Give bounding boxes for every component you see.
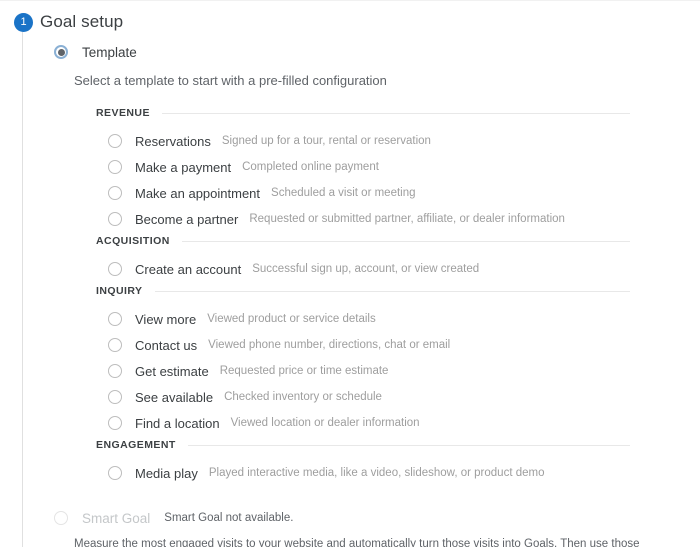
group-title: INQUIRY bbox=[96, 285, 143, 297]
group-title: ACQUISITION bbox=[96, 235, 170, 247]
group-divider bbox=[161, 112, 630, 114]
template-item-description: Checked inventory or schedule bbox=[224, 391, 382, 403]
group-header: ACQUISITION bbox=[96, 232, 700, 250]
group-title: ENGAGEMENT bbox=[96, 439, 176, 451]
smart-goal-availability-note: Smart Goal not available. bbox=[164, 512, 294, 524]
template-item-name: Become a partner bbox=[135, 211, 239, 227]
template-item-contact-us[interactable]: Contact us Viewed phone number, directio… bbox=[96, 332, 700, 358]
template-item-name: See available bbox=[135, 389, 214, 405]
template-item-description: Played interactive media, like a video, … bbox=[208, 467, 545, 479]
template-item-reservations[interactable]: Reservations Signed up for a tour, renta… bbox=[96, 128, 700, 154]
template-item-description: Requested or submitted partner, affiliat… bbox=[249, 213, 565, 225]
template-item-description: Viewed phone number, directions, chat or… bbox=[208, 339, 451, 351]
radio-unchecked-icon[interactable] bbox=[108, 416, 122, 430]
smart-goal-label: Smart Goal bbox=[82, 510, 151, 526]
template-item-description: Successful sign up, account, or view cre… bbox=[252, 263, 480, 275]
smart-goal-option-row: Smart Goal Smart Goal not available. bbox=[0, 508, 700, 528]
template-item-make-a-payment[interactable]: Make a payment Completed online payment bbox=[96, 154, 700, 180]
template-item-become-a-partner[interactable]: Become a partner Requested or submitted … bbox=[96, 206, 700, 232]
template-group-acquisition: ACQUISITION Create an account Successful… bbox=[96, 232, 700, 282]
radio-template-icon[interactable] bbox=[54, 45, 68, 59]
goal-setup-content: Template Select a template to start with… bbox=[0, 41, 700, 547]
template-item-name: Make an appointment bbox=[135, 185, 261, 201]
template-item-description: Viewed product or service details bbox=[207, 313, 376, 325]
template-item-name: Media play bbox=[135, 465, 198, 481]
group-title: REVENUE bbox=[96, 107, 150, 119]
template-item-view-more[interactable]: View more Viewed product or service deta… bbox=[96, 306, 700, 332]
radio-unchecked-icon[interactable] bbox=[108, 338, 122, 352]
smart-goal-description: Measure the most engaged visits to your … bbox=[74, 538, 640, 547]
group-divider bbox=[187, 444, 630, 446]
group-header: INQUIRY bbox=[96, 282, 700, 300]
template-item-get-estimate[interactable]: Get estimate Requested price or time est… bbox=[96, 358, 700, 384]
template-item-name: Reservations bbox=[135, 133, 211, 149]
template-group-revenue: REVENUE Reservations Signed up for a tou… bbox=[96, 104, 700, 232]
radio-unchecked-icon[interactable] bbox=[108, 466, 122, 480]
template-group-inquiry: INQUIRY View more Viewed product or serv… bbox=[96, 282, 700, 436]
template-item-make-an-appointment[interactable]: Make an appointment Scheduled a visit or… bbox=[96, 180, 700, 206]
radio-unchecked-icon[interactable] bbox=[108, 212, 122, 226]
radio-unchecked-icon[interactable] bbox=[108, 160, 122, 174]
radio-unchecked-icon[interactable] bbox=[108, 312, 122, 326]
radio-unchecked-icon[interactable] bbox=[108, 186, 122, 200]
group-header: ENGAGEMENT bbox=[96, 436, 700, 454]
template-option-row[interactable]: Template bbox=[0, 41, 700, 63]
group-divider bbox=[154, 290, 630, 292]
template-groups: REVENUE Reservations Signed up for a tou… bbox=[0, 104, 700, 486]
smart-goal-section: Smart Goal Smart Goal not available. Mea… bbox=[0, 508, 700, 547]
radio-unchecked-icon[interactable] bbox=[108, 134, 122, 148]
template-item-name: Create an account bbox=[135, 261, 242, 277]
radio-unchecked-icon[interactable] bbox=[108, 390, 122, 404]
template-item-name: Make a payment bbox=[135, 159, 232, 175]
template-item-description: Signed up for a tour, rental or reservat… bbox=[221, 135, 431, 147]
goal-setup-page: 1 Goal setup Template Select a template … bbox=[0, 0, 700, 547]
page-title: Goal setup bbox=[40, 12, 124, 31]
template-group-engagement: ENGAGEMENT Media play Played interactive… bbox=[96, 436, 700, 486]
group-header: REVENUE bbox=[96, 104, 700, 122]
radio-unchecked-icon[interactable] bbox=[108, 364, 122, 378]
group-divider bbox=[181, 240, 630, 242]
template-item-name: View more bbox=[135, 311, 197, 327]
template-item-name: Get estimate bbox=[135, 363, 209, 379]
template-item-description: Scheduled a visit or meeting bbox=[271, 187, 416, 199]
template-option-description: Select a template to start with a pre-fi… bbox=[74, 73, 387, 88]
template-item-name: Contact us bbox=[135, 337, 198, 353]
template-option-label: Template bbox=[82, 44, 137, 60]
radio-smart-goal-disabled-icon bbox=[54, 511, 68, 525]
template-item-description: Completed online payment bbox=[242, 161, 379, 173]
smart-goal-description-block: Measure the most engaged visits to your … bbox=[0, 536, 700, 547]
template-item-description: Viewed location or dealer information bbox=[230, 417, 420, 429]
template-item-see-available[interactable]: See available Checked inventory or sched… bbox=[96, 384, 700, 410]
template-item-media-play[interactable]: Media play Played interactive media, lik… bbox=[96, 460, 700, 486]
template-item-description: Requested price or time estimate bbox=[219, 365, 389, 377]
radio-unchecked-icon[interactable] bbox=[108, 262, 122, 276]
template-item-name: Find a location bbox=[135, 415, 220, 431]
step-number-badge: 1 bbox=[14, 13, 33, 32]
template-item-find-a-location[interactable]: Find a location Viewed location or deale… bbox=[96, 410, 700, 436]
template-item-create-an-account[interactable]: Create an account Successful sign up, ac… bbox=[96, 256, 700, 282]
